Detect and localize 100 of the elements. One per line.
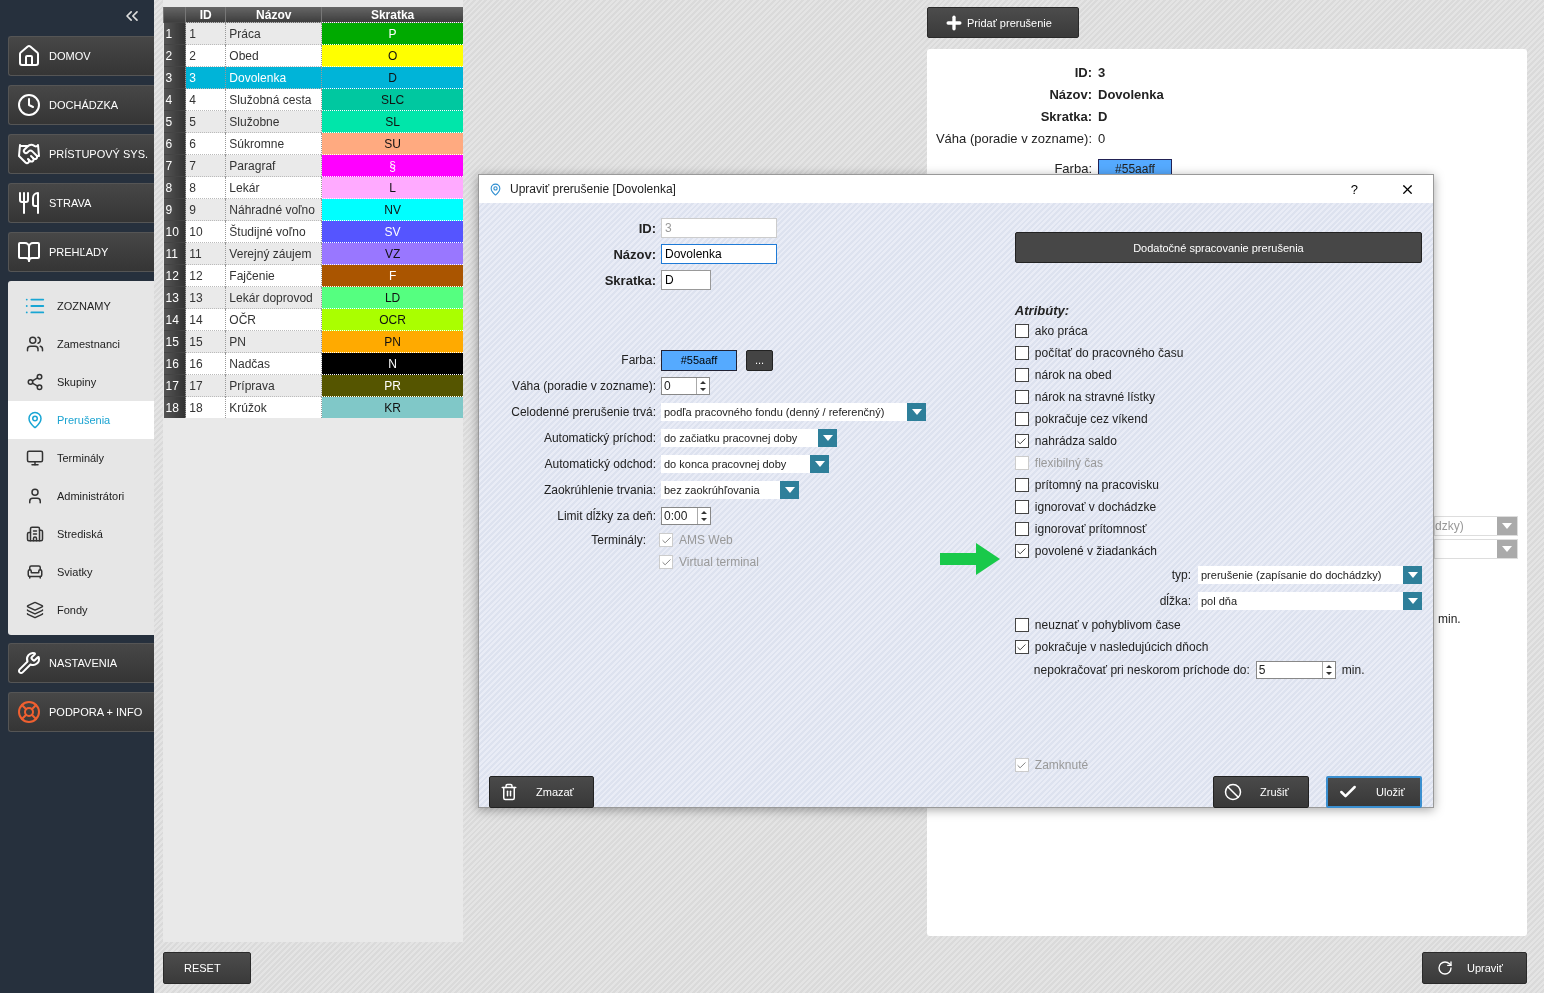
submenu-item[interactable]: Strediská [8, 515, 154, 553]
dropdown[interactable]: bez zaokrúhľovania [661, 481, 799, 499]
field-label: Váha (poradie v zozname): [934, 130, 1092, 146]
table-row[interactable]: 18 18 Krúžok KR [163, 396, 463, 418]
nav-button[interactable]: STRAVA [8, 183, 154, 223]
cancel-button[interactable]: Zrušiť [1213, 776, 1309, 808]
checkbox[interactable] [1014, 522, 1029, 536]
color-button[interactable]: #55aaff [661, 349, 737, 371]
picker-button[interactable]: ... [746, 349, 773, 371]
nav-button[interactable]: DOMOV [8, 36, 154, 76]
submenu-item[interactable]: Terminály [8, 439, 154, 477]
name-field[interactable]: Dovolenka [661, 244, 777, 264]
check-icon [660, 556, 672, 568]
field-value: 3 [1098, 64, 1106, 80]
table-cell: Lekár doprovod [225, 286, 322, 309]
table-row[interactable]: 7 7 Paragraf § [163, 154, 463, 177]
row-number: 9 [163, 198, 186, 221]
column-header[interactable]: Skratka [321, 7, 463, 23]
delete-button[interactable]: Zmazať [489, 776, 594, 808]
row-number: 14 [163, 308, 186, 331]
checkbox[interactable] [1014, 412, 1029, 426]
table-row[interactable]: 17 17 Príprava PR [163, 374, 463, 397]
field-label: Celodenné prerušenie trvá: [510, 405, 656, 419]
checkbox-label: počítať do pracovného času [1034, 346, 1184, 360]
spinner-field[interactable]: 5 [1255, 661, 1336, 679]
checkbox[interactable] [1014, 368, 1029, 382]
checkbox[interactable] [1014, 324, 1029, 338]
dropdown[interactable]: do začiatku pracovnej doby [661, 429, 837, 447]
checkbox[interactable] [1014, 618, 1029, 632]
dropdown[interactable]: prerušenie (zapísanie do dochádzky) [1198, 566, 1422, 584]
spinner-field[interactable]: 0 [661, 377, 710, 395]
checkbox-label: nárok na obed [1034, 368, 1112, 382]
dialog-title: Upraviť prerušenie [Dovolenka] [510, 182, 677, 196]
extra-processing-button[interactable]: Dodatočné spracovanie prerušenia [1014, 232, 1422, 263]
nav-button[interactable]: DOCHÁDZKA [8, 85, 154, 125]
row-number: 12 [163, 264, 186, 287]
edit-button[interactable]: Upraviť [1422, 952, 1527, 984]
dropdown[interactable]: do konca pracovnej doby [661, 455, 829, 473]
table-row[interactable]: 5 5 Služobne SL [163, 110, 463, 133]
checkbox-label: pokračuje cez víkend [1034, 412, 1148, 426]
code-field[interactable]: D [661, 270, 711, 290]
header-corner [163, 7, 186, 23]
table-row[interactable]: 15 15 PN PN [163, 330, 463, 353]
table-row[interactable]: 11 11 Verejný záujem VZ [163, 242, 463, 265]
arrow-drawing [940, 543, 1000, 575]
table-row[interactable]: 1 1 Práca P [163, 22, 463, 45]
reset-button[interactable]: RESET [163, 952, 251, 984]
color-code-cell: O [321, 44, 463, 67]
nav-button[interactable]: PRÍSTUPOVÝ SYS. [8, 134, 154, 174]
column-header[interactable]: Názov [225, 7, 322, 23]
pin-icon [489, 182, 502, 196]
field-label: Váha (poradie v zozname): [510, 379, 656, 393]
nav-button[interactable]: PODPORA + INFO [8, 692, 154, 732]
checkbox[interactable] [1014, 544, 1029, 558]
row-number: 8 [163, 176, 186, 199]
submenu-item[interactable]: Skupiny [8, 363, 154, 401]
field-label: nepokračovať pri neskorom príchode do: [1033, 663, 1250, 677]
submenu-item[interactable]: Sviatky [8, 553, 154, 591]
table-row[interactable]: 2 2 Obed O [163, 44, 463, 67]
table-row[interactable]: 12 12 Fajčenie F [163, 264, 463, 287]
color-code-cell: N [321, 352, 463, 375]
clock-icon [15, 93, 43, 117]
row-number: 1 [163, 22, 186, 45]
add-button[interactable]: Pridať prerušenie [927, 7, 1079, 38]
table-row[interactable]: 9 9 Náhradné voľno NV [163, 198, 463, 221]
table-row[interactable]: 10 10 Študijné voľno SV [163, 220, 463, 243]
unit-label: min. [1438, 612, 1462, 626]
checkbox-label: prítomný na pracovisku [1034, 478, 1159, 492]
checkbox[interactable] [1014, 390, 1029, 404]
nav-button[interactable]: PREHĽADY [8, 232, 154, 272]
table-row[interactable]: 13 13 Lekár doprovod LD [163, 286, 463, 309]
column-header[interactable]: ID [185, 7, 226, 23]
spinner-field[interactable]: 0:00 [661, 507, 711, 525]
submenu-item[interactable]: Fondy [8, 591, 154, 629]
checkbox[interactable] [1014, 500, 1029, 514]
table-row[interactable]: 3 3 Dovolenka D [163, 66, 463, 89]
check-icon [1016, 641, 1028, 653]
table-cell: Príprava [225, 374, 322, 397]
check-icon [1016, 435, 1028, 447]
dropdown[interactable]: podľa pracovného fondu (denný / referenčný) [661, 403, 926, 421]
table-row[interactable]: 8 8 Lekár L [163, 176, 463, 199]
table-row[interactable]: 16 16 Nadčas N [163, 352, 463, 375]
table-row[interactable]: 4 4 Služobná cesta SLC [163, 88, 463, 111]
checkbox[interactable] [1014, 346, 1029, 360]
dropdown[interactable]: pol dňa [1198, 592, 1422, 610]
trash-icon [500, 783, 518, 801]
checkbox[interactable] [1014, 478, 1029, 492]
save-button[interactable]: Uložiť [1326, 776, 1422, 808]
table-row[interactable]: 14 14 OČR OCR [163, 308, 463, 331]
nav-button[interactable]: NASTAVENIA [8, 643, 154, 683]
refresh-icon [1437, 960, 1453, 976]
submenu-item[interactable]: Administrátori [8, 477, 154, 515]
table-row[interactable]: 6 6 Súkromne SU [163, 132, 463, 155]
checkbox[interactable] [1014, 434, 1029, 448]
field-label: Terminály: [590, 533, 646, 547]
help-button[interactable]: ? [1342, 181, 1366, 197]
check-icon [1016, 759, 1028, 771]
submenu-item[interactable]: Zamestnanci [8, 325, 154, 363]
field-label: Farba: [1053, 160, 1092, 176]
checkbox[interactable] [1014, 640, 1029, 654]
